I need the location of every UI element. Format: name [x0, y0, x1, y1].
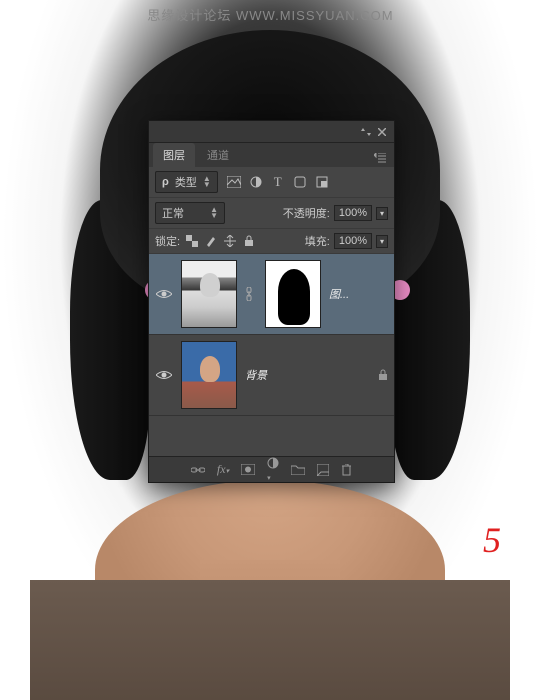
- visibility-toggle-icon[interactable]: [155, 366, 173, 384]
- layer-row[interactable]: 图...: [149, 254, 394, 335]
- opacity-label: 不透明度:: [283, 205, 330, 221]
- filter-kind-rho-icon: ρ: [162, 176, 169, 188]
- filter-kind-dropdown[interactable]: ρ 类型 ▲▼: [155, 171, 218, 193]
- layer-mask-thumbnail[interactable]: [265, 260, 321, 328]
- adjustment-layer-icon[interactable]: ▾: [267, 457, 279, 483]
- lock-position-icon[interactable]: [222, 233, 238, 249]
- delete-layer-icon[interactable]: [341, 464, 352, 476]
- mask-link-icon[interactable]: [245, 287, 257, 301]
- annotation-number: 5: [483, 519, 501, 561]
- filter-shape-icon[interactable]: [292, 174, 308, 190]
- lock-pixels-icon[interactable]: [203, 233, 219, 249]
- layers-list: 图... 背景: [149, 254, 394, 456]
- tab-channels[interactable]: 通道: [197, 143, 239, 167]
- filter-text-icon[interactable]: T: [270, 174, 286, 190]
- link-layers-icon[interactable]: [191, 466, 205, 474]
- layer-style-icon[interactable]: fx▾: [217, 462, 229, 477]
- opacity-slider-icon[interactable]: ▾: [376, 207, 388, 220]
- visibility-toggle-icon[interactable]: [155, 285, 173, 303]
- layer-thumbnail[interactable]: [181, 260, 237, 328]
- close-icon[interactable]: [374, 124, 390, 140]
- lock-row: 锁定: 填充: 100% ▾: [149, 229, 394, 254]
- blend-mode-value: 正常: [162, 205, 184, 221]
- opacity-value[interactable]: 100%: [334, 205, 372, 221]
- fill-value[interactable]: 100%: [334, 233, 372, 249]
- photo-collar: [30, 580, 510, 700]
- dropdown-arrows-icon: ▲▼: [203, 176, 211, 188]
- lock-all-icon[interactable]: [241, 233, 257, 249]
- blend-mode-dropdown[interactable]: 正常 ▲▼: [155, 202, 225, 224]
- layers-panel: 图层 通道 ρ 类型 ▲▼ T 正常 ▲▼ 不透明度: 100% ▾ 锁定:: [148, 120, 395, 483]
- dropdown-arrows-icon: ▲▼: [210, 207, 218, 219]
- filter-adjustment-icon[interactable]: [248, 174, 264, 190]
- filter-kind-label: 类型: [175, 174, 197, 190]
- fill-label: 填充:: [305, 233, 330, 249]
- panel-menu-icon[interactable]: [366, 149, 394, 167]
- layer-name[interactable]: 背景: [245, 367, 370, 383]
- panel-tabs: 图层 通道: [149, 143, 394, 167]
- lock-transparency-icon[interactable]: [184, 233, 200, 249]
- new-group-icon[interactable]: [291, 464, 305, 475]
- layer-thumbnail[interactable]: [181, 341, 237, 409]
- lock-indicator-icon: [378, 369, 388, 381]
- lock-label: 锁定:: [155, 233, 180, 249]
- watermark-text: 思缘设计论坛 WWW.MISSYUAN.COM: [0, 5, 541, 24]
- filter-pixel-icon[interactable]: [226, 174, 242, 190]
- tab-layers[interactable]: 图层: [153, 143, 195, 167]
- add-mask-icon[interactable]: [241, 464, 255, 475]
- layer-row[interactable]: 背景: [149, 335, 394, 416]
- layers-empty-area[interactable]: [149, 416, 394, 456]
- layer-name[interactable]: 图...: [329, 286, 388, 302]
- filter-smartobject-icon[interactable]: [314, 174, 330, 190]
- filter-row: ρ 类型 ▲▼ T: [149, 167, 394, 198]
- blend-row: 正常 ▲▼ 不透明度: 100% ▾: [149, 198, 394, 229]
- new-layer-icon[interactable]: [317, 464, 329, 476]
- panel-footer: fx▾ ▾: [149, 456, 394, 482]
- fill-slider-icon[interactable]: ▾: [376, 235, 388, 248]
- collapse-icon[interactable]: [358, 124, 374, 140]
- panel-titlebar[interactable]: [149, 121, 394, 143]
